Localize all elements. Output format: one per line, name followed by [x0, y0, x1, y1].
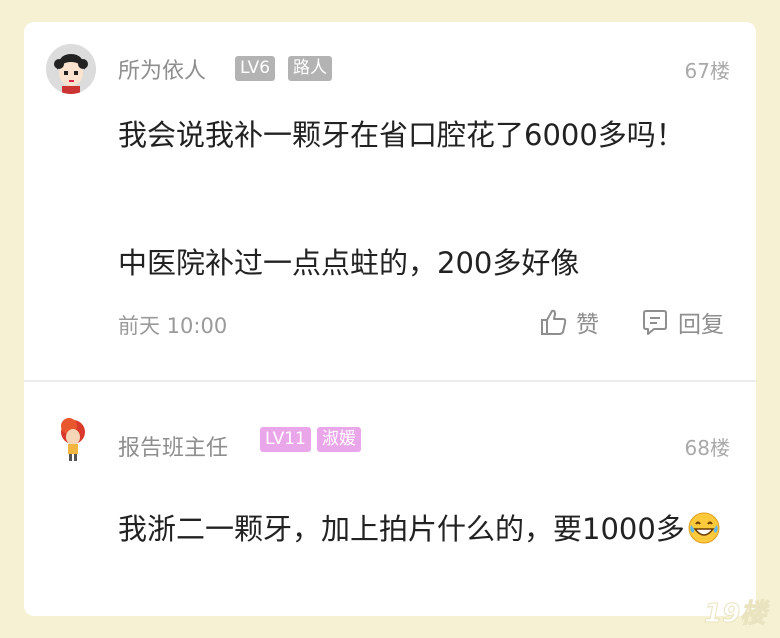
level-badge: LV6: [235, 56, 276, 81]
role-badge: 路人: [288, 56, 332, 81]
comment-card: 所为依人 LV6 路人 67楼 我会说我补一颗牙在省口腔花了6000多吗！ 中医…: [24, 22, 756, 616]
comment-68: 报告班主任 LV11 淑媛 68楼 我浙二一颗牙，加上拍片什么的，要1000多: [24, 382, 756, 616]
grinning-sweat-emoji-icon: [688, 512, 720, 544]
thumbs-up-icon: [541, 309, 567, 335]
comment-text-body: 我浙二一颗牙，加上拍片什么的，要1000多: [118, 512, 685, 546]
reply-button[interactable]: 回复: [640, 306, 724, 338]
site-watermark-logo: 19楼: [700, 592, 771, 632]
role-badge: 淑媛: [317, 427, 361, 452]
comment-67: 所为依人 LV6 路人 67楼 我会说我补一颗牙在省口腔花了6000多吗！ 中医…: [24, 22, 756, 380]
comment-icon: [643, 310, 667, 335]
username[interactable]: 所为依人: [118, 53, 206, 85]
level-badge: LV11: [260, 427, 311, 452]
avatar[interactable]: [46, 412, 96, 462]
like-label: 赞: [576, 312, 599, 338]
watermark-icon: 19楼: [704, 599, 771, 630]
floor-number: 67楼: [684, 59, 730, 83]
svg-text:19楼: 19楼: [704, 599, 770, 629]
timestamp: 前天 10:00: [118, 314, 228, 338]
reply-label: 回复: [678, 312, 724, 338]
girl-avatar-icon: [61, 418, 85, 461]
comment-text: 中医院补过一点点蛀的，200多好像: [118, 246, 580, 280]
comment-text: 我浙二一颗牙，加上拍片什么的，要1000多: [118, 502, 728, 556]
floor-number: 68楼: [684, 436, 730, 460]
comment-text: 我会说我补一颗牙在省口腔花了6000多吗！: [118, 118, 685, 152]
username[interactable]: 报告班主任: [118, 430, 228, 462]
avatar[interactable]: [46, 44, 96, 94]
girl-avatar-icon: [46, 44, 96, 94]
like-button[interactable]: 赞: [538, 306, 599, 338]
